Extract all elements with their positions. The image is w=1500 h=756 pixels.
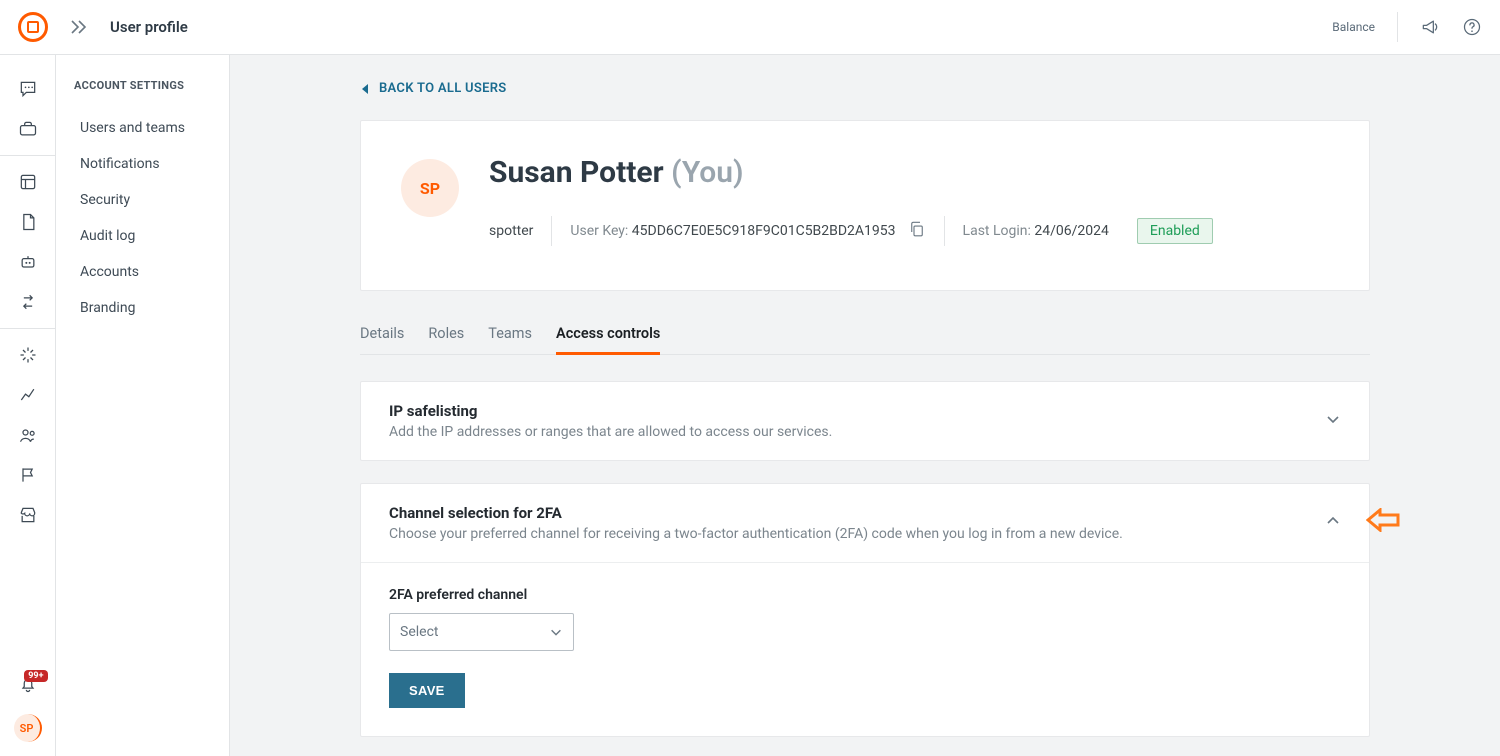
rail-store-icon[interactable] [0, 495, 56, 535]
balance-label[interactable]: Balance [1332, 20, 1375, 34]
sidebar-item-security[interactable]: Security [74, 182, 229, 218]
user-name: Susan Potter [489, 155, 664, 190]
panel-2fa-header[interactable]: Channel selection for 2FA Choose your pr… [361, 484, 1369, 562]
username: spotter [489, 223, 533, 239]
rail-page-icon[interactable] [0, 202, 56, 242]
tab-access-controls[interactable]: Access controls [556, 319, 660, 355]
user-meta-row: spotter User Key: 45DD6C7E0E5C918F9C01C5… [489, 216, 1213, 246]
settings-sidebar: ACCOUNT SETTINGS Users and teams Notific… [56, 55, 230, 756]
panel-ip-safelisting-header[interactable]: IP safelisting Add the IP addresses or r… [361, 382, 1369, 460]
rail-bot-icon[interactable] [0, 242, 56, 282]
icon-rail: 99+ SP [0, 55, 56, 756]
panel-2fa-channel: Channel selection for 2FA Choose your pr… [360, 483, 1370, 737]
sidebar-item-branding[interactable]: Branding [74, 290, 229, 326]
lastlogin-label: Last Login: [963, 223, 1031, 239]
current-user-avatar[interactable]: SP [14, 714, 42, 742]
user-tabs: Details Roles Teams Access controls [360, 319, 1370, 355]
lastlogin-value: 24/06/2024 [1034, 223, 1109, 239]
panel-ip-title: IP safelisting [389, 402, 832, 420]
topbar: User profile Balance [0, 0, 1500, 55]
sidebar-item-accounts[interactable]: Accounts [74, 254, 229, 290]
back-to-users-link[interactable]: BACK TO ALL USERS [360, 81, 1370, 96]
user-summary-card: SP Susan Potter (You) spotter User Key: … [360, 120, 1370, 291]
panel-ip-sub: Add the IP addresses or ranges that are … [389, 424, 832, 440]
panel-2fa-body: 2FA preferred channel Select SAVE [361, 562, 1369, 736]
page-title: User profile [110, 18, 188, 36]
rail-flag-icon[interactable] [0, 455, 56, 495]
rail-template-icon[interactable] [0, 162, 56, 202]
status-badge: Enabled [1137, 218, 1213, 244]
save-button[interactable]: SAVE [389, 673, 465, 708]
tab-teams[interactable]: Teams [488, 319, 532, 354]
sidebar-item-notifications[interactable]: Notifications [74, 146, 229, 182]
preferred-channel-select[interactable]: Select [389, 613, 574, 651]
user-avatar: SP [401, 159, 459, 217]
rail-spark-icon[interactable] [0, 335, 56, 375]
panel-ip-safelisting: IP safelisting Add the IP addresses or r… [360, 381, 1370, 461]
copy-userkey-icon[interactable] [908, 220, 926, 242]
userkey-value: 45DD6C7E0E5C918F9C01C5B2BD2A1953 [632, 223, 896, 239]
app-logo[interactable] [18, 12, 48, 42]
rail-briefcase-icon[interactable] [0, 109, 56, 149]
back-link-label: BACK TO ALL USERS [379, 81, 507, 96]
chevron-down-icon [549, 625, 563, 639]
rail-chat-icon[interactable] [0, 69, 56, 109]
expand-nav-icon[interactable] [70, 19, 88, 35]
sidebar-header: ACCOUNT SETTINGS [74, 79, 229, 92]
announce-icon[interactable] [1420, 17, 1440, 37]
select-placeholder: Select [400, 624, 438, 640]
user-name-heading: Susan Potter (You) [489, 155, 1213, 190]
main-content: BACK TO ALL USERS SP Susan Potter (You) … [230, 55, 1500, 756]
sidebar-item-audit-log[interactable]: Audit log [74, 218, 229, 254]
you-suffix: (You) [671, 155, 743, 190]
panel-2fa-sub: Choose your preferred channel for receiv… [389, 526, 1123, 542]
notifications-button[interactable]: 99+ [18, 674, 38, 698]
notification-badge: 99+ [24, 670, 47, 682]
tab-roles[interactable]: Roles [428, 319, 464, 354]
rail-transfer-icon[interactable] [0, 282, 56, 322]
annotation-arrow-icon [1366, 508, 1400, 536]
userkey-label: User Key: [570, 223, 628, 239]
chevron-down-icon [1325, 411, 1341, 431]
help-icon[interactable] [1462, 17, 1482, 37]
panel-2fa-title: Channel selection for 2FA [389, 504, 1123, 522]
chevron-up-icon [1325, 513, 1341, 533]
divider [1397, 12, 1398, 42]
rail-people-icon[interactable] [0, 415, 56, 455]
rail-analytics-icon[interactable] [0, 375, 56, 415]
preferred-channel-label: 2FA preferred channel [389, 587, 1341, 603]
sidebar-item-users-teams[interactable]: Users and teams [74, 110, 229, 146]
tab-details[interactable]: Details [360, 319, 404, 354]
